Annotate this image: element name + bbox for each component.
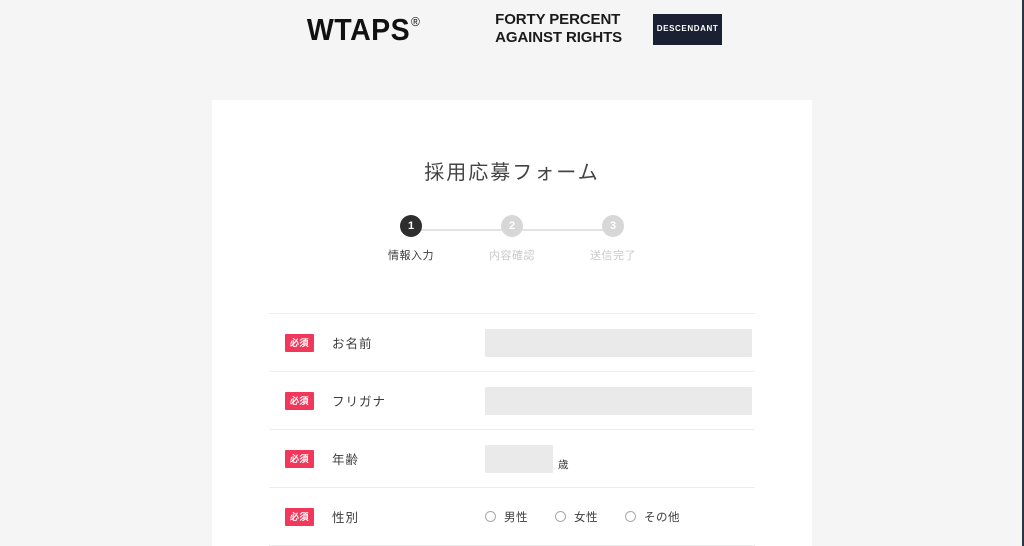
gender-option-female-label: 女性 [574, 511, 598, 524]
brand-descendant-logo[interactable]: DESCENDANT [653, 13, 723, 45]
gender-option-male-label: 男性 [504, 511, 528, 524]
form-row-name-field-cell [485, 328, 755, 357]
gender-radio-group: 男性 女性 その他 [485, 509, 680, 525]
brand-descendant-label: DESCENDANT [656, 24, 719, 33]
form-row-age: 必須 年齢 歳 [269, 430, 755, 488]
application-form-card: 採用応募フォーム 1 情報入力 2 内容確認 3 送信完了 必須 お名前 必須 … [212, 100, 812, 546]
gender-option-other-label: その他 [644, 511, 680, 524]
site-header: WTAPS ® FORTY PERCENT AGAINST RIGHTS DESC… [0, 0, 1024, 58]
brand-wtaps-logo[interactable]: WTAPS ® [307, 14, 420, 45]
stepper-step-2-circle: 2 [501, 215, 523, 237]
radio-unchecked-icon[interactable] [555, 511, 566, 522]
form-row-name: 必須 お名前 [269, 314, 755, 372]
form-row-age-label-cell: 必須 年齢 [269, 449, 485, 468]
stepper-step-3[interactable]: 3 送信完了 [584, 215, 642, 263]
gender-option-other[interactable]: その他 [625, 509, 680, 525]
age-input[interactable] [485, 444, 553, 473]
form-progress-stepper: 1 情報入力 2 内容確認 3 送信完了 [382, 215, 642, 277]
stepper-step-1-circle: 1 [400, 215, 422, 237]
stepper-step-1-label: 情報入力 [388, 250, 434, 262]
form-row-furigana: 必須 フリガナ [269, 372, 755, 430]
stepper-steps: 1 情報入力 2 内容確認 3 送信完了 [382, 215, 642, 263]
required-badge: 必須 [285, 507, 315, 526]
gender-option-male[interactable]: 男性 [485, 509, 528, 525]
form-row-gender-field-cell: 男性 女性 その他 [485, 509, 755, 525]
stepper-step-3-label: 送信完了 [590, 250, 636, 262]
stepper-step-2-label: 内容確認 [489, 250, 535, 262]
stepper-step-2[interactable]: 2 内容確認 [483, 215, 541, 263]
stepper-step-3-circle: 3 [602, 215, 624, 237]
form-row-age-field-cell: 歳 [485, 444, 755, 473]
brand-wtaps-wordmark: WTAPS [306, 11, 411, 47]
required-badge: 必須 [285, 449, 315, 468]
brand-logo-row: WTAPS ® FORTY PERCENT AGAINST RIGHTS DESC… [302, 11, 723, 46]
furigana-input[interactable] [485, 386, 752, 415]
brand-forty-percent-line1: FORTY PERCENT [495, 11, 621, 29]
gender-option-female[interactable]: 女性 [555, 509, 598, 525]
form-row-name-label: お名前 [332, 337, 373, 351]
form-row-furigana-label-cell: 必須 フリガナ [269, 391, 485, 410]
required-badge: 必須 [285, 391, 315, 410]
brand-forty-percent-line2: AGAINST RIGHTS [495, 29, 623, 46]
form-row-gender: 必須 性別 男性 女性 その他 [269, 488, 755, 546]
form-row-furigana-field-cell [485, 386, 755, 415]
radio-unchecked-icon[interactable] [625, 511, 636, 522]
form-field-list: 必須 お名前 必須 フリガナ 必須 年齢 歳 必須 性別 男性 女性 その他 [269, 313, 755, 546]
form-row-furigana-label: フリガナ [332, 395, 387, 409]
page-body: 採用応募フォーム 1 情報入力 2 内容確認 3 送信完了 必須 お名前 必須 … [0, 58, 1024, 546]
page-title: 採用応募フォーム [424, 162, 600, 184]
brand-forty-percent-logo[interactable]: FORTY PERCENT AGAINST RIGHTS [495, 11, 622, 46]
form-row-name-label-cell: 必須 お名前 [269, 333, 485, 352]
registered-trademark-icon: ® [410, 13, 421, 29]
form-row-gender-label-cell: 必須 性別 [269, 507, 485, 526]
age-unit-label: 歳 [558, 458, 569, 471]
name-input[interactable] [485, 328, 752, 357]
radio-unchecked-icon[interactable] [485, 511, 496, 522]
form-row-age-label: 年齢 [332, 453, 360, 467]
form-row-gender-label: 性別 [332, 511, 360, 525]
stepper-step-1[interactable]: 1 情報入力 [382, 215, 440, 263]
required-badge: 必須 [285, 333, 315, 352]
